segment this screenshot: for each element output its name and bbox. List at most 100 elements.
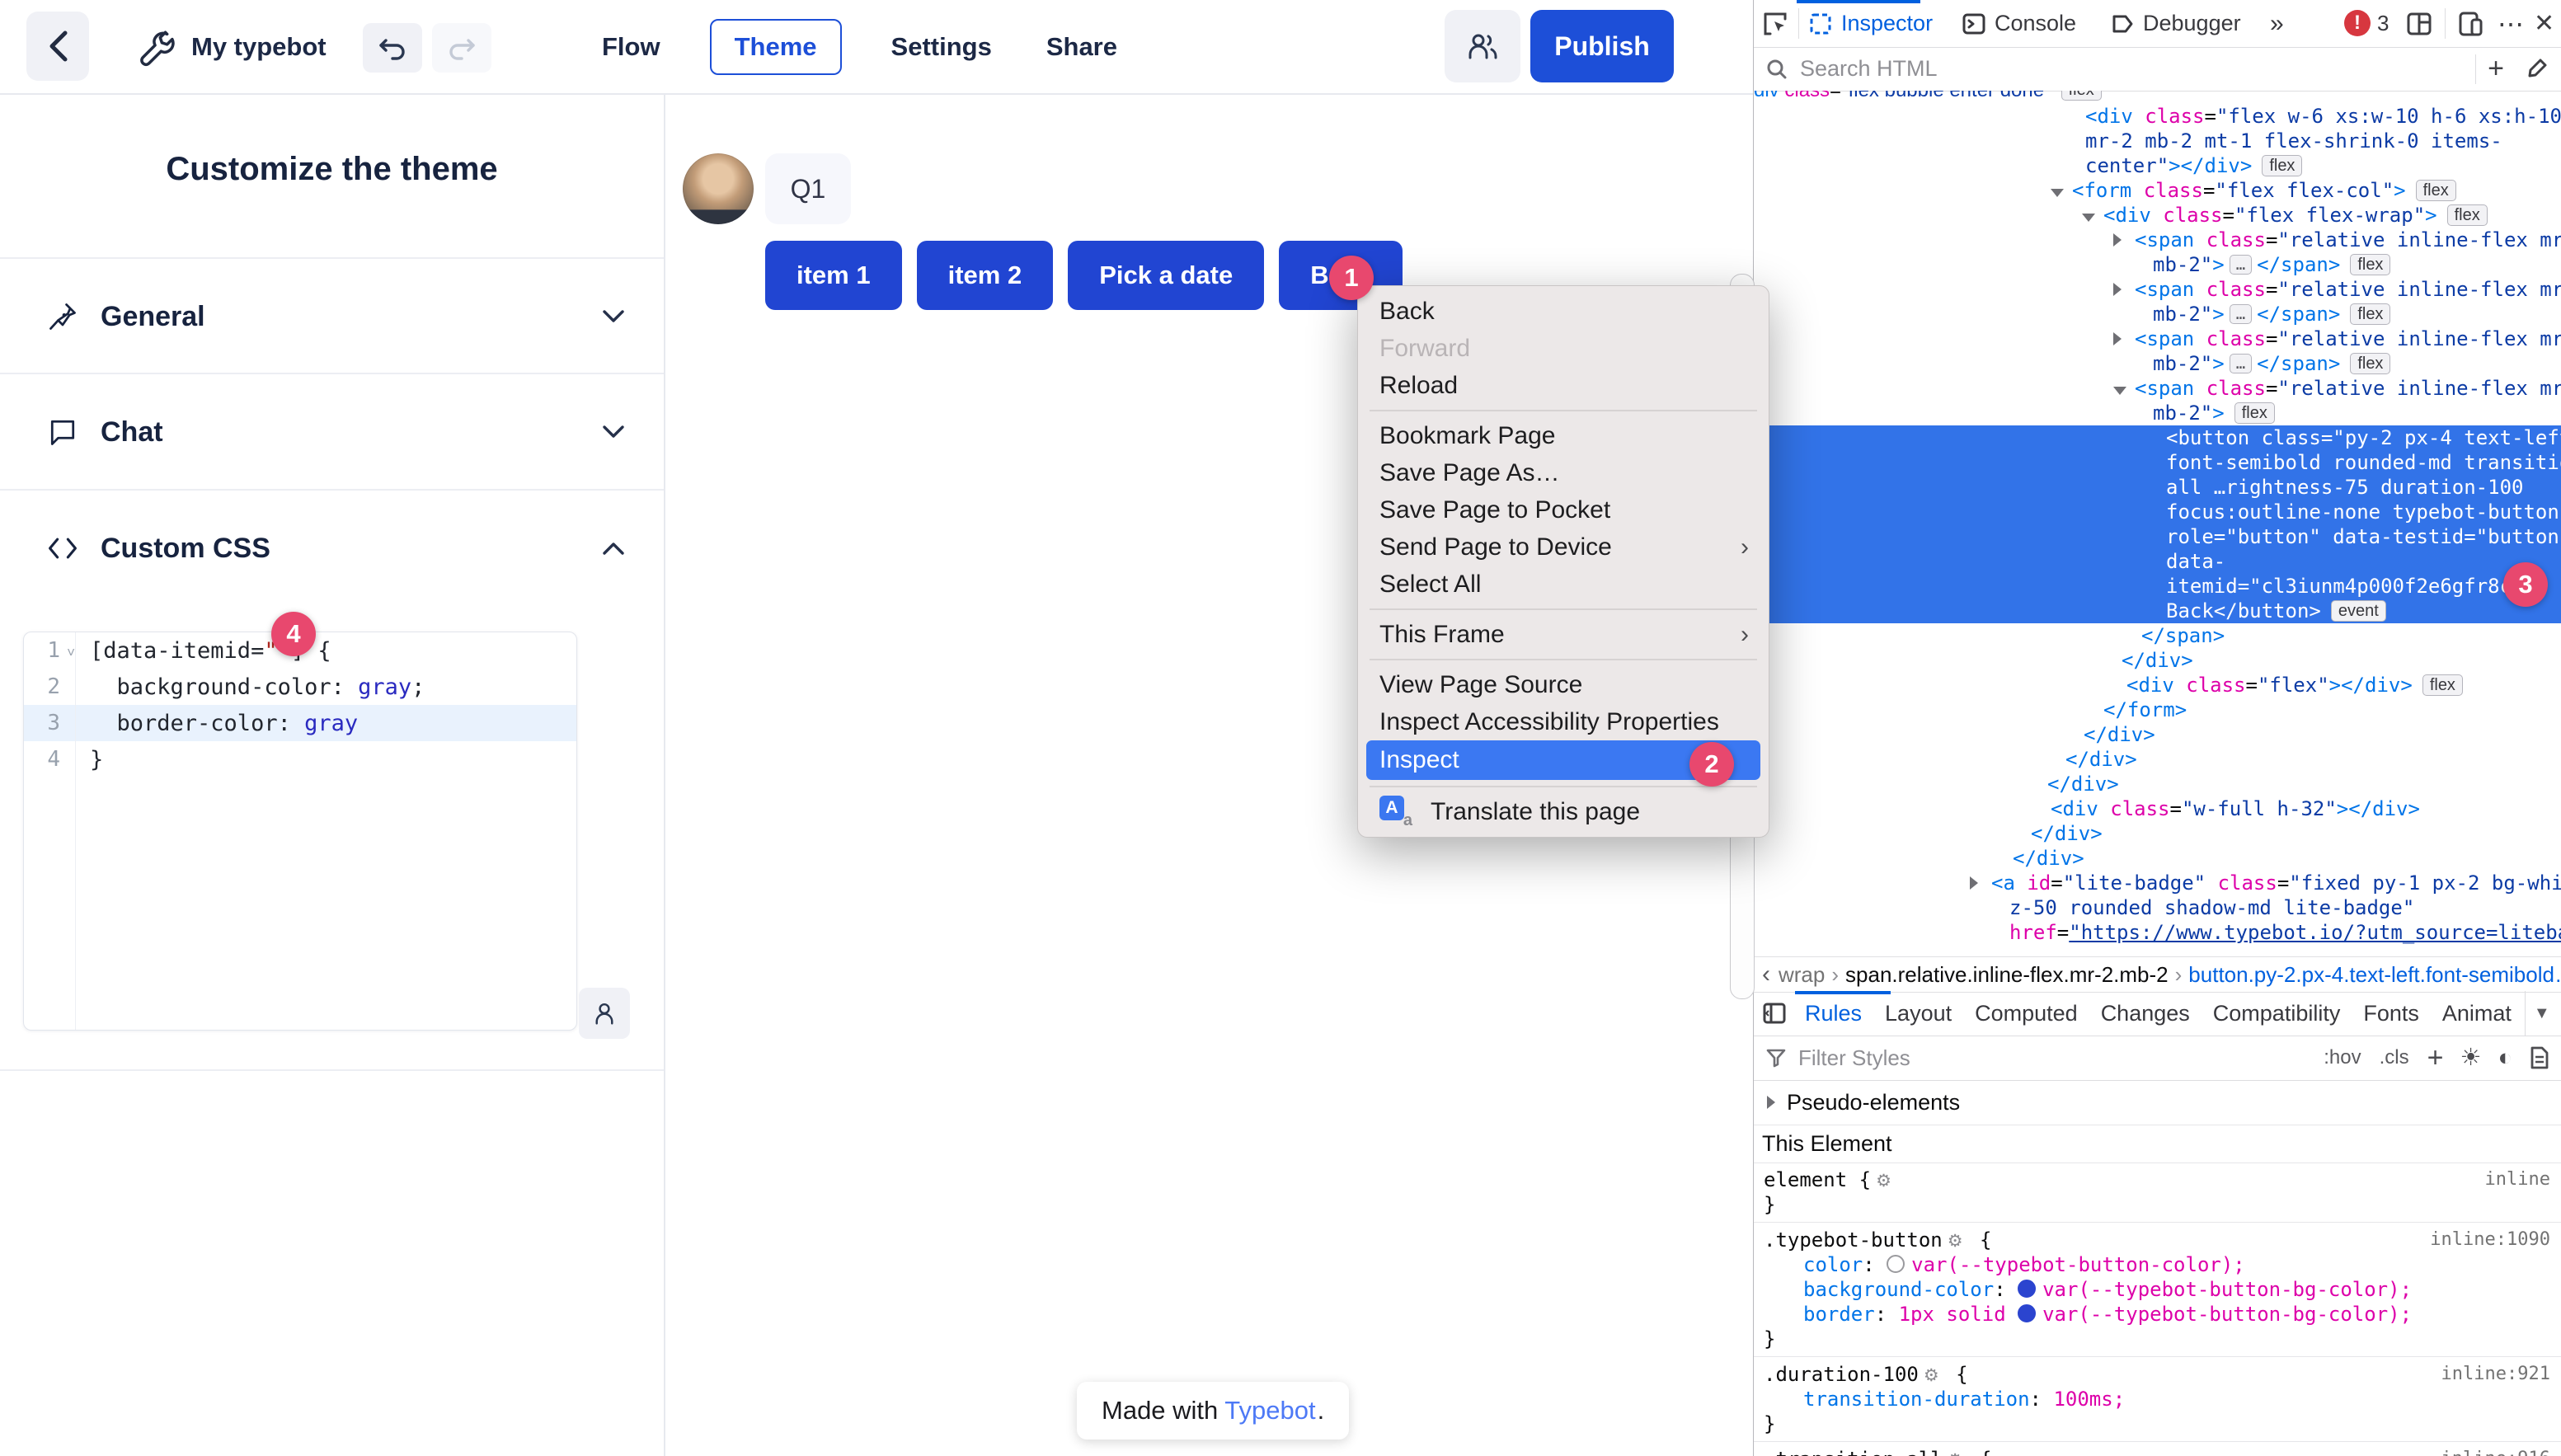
dark-theme-icon[interactable]: ◐ (2498, 1046, 2512, 1070)
collapsed-content-chip[interactable]: … (2230, 304, 2252, 324)
chat-option-button[interactable]: Pick a date (1068, 241, 1264, 310)
rule-source-link[interactable]: inline:916 (2441, 1449, 2550, 1456)
html-tree-line[interactable]: <a id="lite-badge" class="fixed py-1 px-… (1754, 871, 2561, 895)
breadcrumb-item[interactable]: wrap (1779, 962, 1825, 988)
menu-item-save-page-as[interactable]: Save Page As… (1358, 454, 1769, 491)
editor-line[interactable]: 3 border-color: gray (24, 705, 576, 741)
html-tree-line[interactable]: <span class="relative inline-flex mr-2 (1754, 376, 2561, 401)
breadcrumb-item[interactable]: span.relative.inline-flex.mr-2.mb-2 (1845, 962, 2169, 988)
expand-arrow-icon[interactable] (2113, 228, 2135, 252)
flex-badge[interactable]: flex (2350, 353, 2390, 374)
tab-flow[interactable]: Flow (597, 21, 665, 73)
eyedropper-icon[interactable] (2524, 57, 2549, 82)
panel-tab-animat[interactable]: Animat (2431, 1001, 2523, 1026)
section-chat[interactable]: Chat (0, 373, 664, 490)
collaborators-button[interactable] (1445, 10, 1520, 82)
panel-tab-compatibility[interactable]: Compatibility (2202, 1001, 2352, 1026)
chevron-up-icon[interactable] (601, 540, 626, 557)
html-tree-line[interactable]: </div> (1754, 772, 2561, 796)
undo-button[interactable] (363, 23, 422, 73)
rule-source-link[interactable]: inline:921 (2441, 1364, 2550, 1384)
redo-button[interactable] (432, 23, 491, 73)
typebot-name[interactable]: My typebot (191, 0, 327, 93)
rule-selector-line[interactable]: element {⚙ (1764, 1167, 2561, 1192)
expand-arrow-icon[interactable] (1970, 871, 1991, 895)
html-tree-line[interactable]: focus:outline-none typebot-button " (1754, 500, 2561, 524)
add-rule-icon[interactable]: + (2488, 53, 2504, 85)
html-tree-line[interactable]: <span class="relative inline-flex mr-2 (1754, 326, 2561, 351)
chat-option-button[interactable]: item 2 (917, 241, 1054, 310)
breadcrumb-back-icon[interactable]: ‹ (1754, 960, 1779, 989)
sidebar-toggle-icon[interactable] (1754, 1001, 1793, 1026)
error-badge-icon[interactable]: ! (2344, 10, 2371, 36)
rule-source-link[interactable]: inline (2485, 1169, 2550, 1190)
menu-item-save-page-to-pocket[interactable]: Save Page to Pocket (1358, 491, 1769, 528)
menu-item-this-frame[interactable]: This Frame› (1358, 616, 1769, 653)
breadcrumb-item[interactable]: button.py-2.px-4.text-left.font-semibold… (2188, 962, 2561, 988)
devtools-menu-button[interactable]: ⋯ (2498, 0, 2524, 47)
html-tree-line[interactable]: <div class="flex"></div>flex (1754, 673, 2561, 697)
html-tree-line[interactable]: <div class="flex w-6 xs:w-10 h-6 xs:h-10 (1754, 104, 2561, 129)
back-button[interactable] (26, 12, 89, 81)
html-tree-line[interactable]: Back</button>event (1754, 599, 2561, 623)
panel-tab-changes[interactable]: Changes (2089, 1001, 2202, 1026)
custom-css-editor[interactable]: 1˅[data-itemid=""] {2 background-color: … (23, 632, 577, 1031)
menu-item-reload[interactable]: Reload (1358, 367, 1769, 404)
color-swatch-blue[interactable] (2018, 1304, 2036, 1322)
error-count[interactable]: 3 (2377, 0, 2389, 47)
publish-button[interactable]: Publish (1530, 10, 1674, 82)
class-toggle[interactable]: .cls (2380, 1046, 2409, 1069)
menu-item-view-page-source[interactable]: View Page Source (1358, 666, 1769, 703)
gear-icon[interactable]: ⚙ (1919, 1366, 1944, 1385)
menu-item-bookmark-page[interactable]: Bookmark Page (1358, 417, 1769, 454)
flex-badge[interactable]: flex (2061, 91, 2102, 101)
devtools-tab-console[interactable]: Console (1962, 0, 2076, 47)
pseudo-elements-row[interactable]: Pseudo-elements (1754, 1080, 2561, 1125)
html-tree-line[interactable]: font-semibold rounded-md transition- (1754, 450, 2561, 475)
more-tabs-chevron[interactable]: » (2270, 0, 2284, 47)
flex-badge[interactable]: flex (2350, 303, 2390, 325)
flex-badge[interactable]: flex (2262, 155, 2302, 176)
event-badge[interactable]: event (2331, 600, 2386, 622)
typebot-brand-link[interactable]: Typebot (1224, 1396, 1315, 1425)
color-swatch-empty[interactable] (1887, 1255, 1905, 1273)
expand-arrow-icon[interactable] (2113, 277, 2135, 302)
avatar-toggle-button[interactable] (579, 988, 630, 1039)
rule-property[interactable]: transition-duration: 100ms; (1764, 1387, 2561, 1411)
gear-icon[interactable]: ⚙ (1871, 1172, 1896, 1191)
close-devtools-button[interactable]: ✕ (2534, 0, 2554, 47)
editor-line[interactable]: 4} (24, 741, 576, 777)
rule-property[interactable]: background-color: var(--typebot-button-b… (1764, 1277, 2561, 1302)
html-tree-line[interactable]: </span> (1754, 623, 2561, 648)
responsive-mode-button[interactable] (2456, 0, 2484, 47)
chevron-down-icon[interactable] (601, 308, 626, 325)
collapsed-content-chip[interactable]: … (2230, 255, 2252, 275)
html-tree-line[interactable]: mb-2">…</span>flex (1754, 351, 2561, 376)
html-tree-line[interactable]: <div class="w-full h-32"></div> (1754, 796, 2561, 821)
made-with-badge[interactable]: Made with Typebot . (1077, 1382, 1349, 1440)
tab-settings[interactable]: Settings (886, 21, 997, 73)
flex-badge[interactable]: flex (2447, 204, 2488, 226)
html-tree-line[interactable]: mb-2">…</span>flex (1754, 302, 2561, 326)
html-tree-line[interactable]: z-50 rounded shadow-md lite-badge" (1754, 895, 2561, 920)
html-tree-line[interactable]: <div class="flex flex-wrap">flex (1754, 203, 2561, 228)
html-tree-line[interactable]: <button class="py-2 px-4 text-left (1754, 425, 2561, 450)
chevron-down-icon[interactable] (601, 424, 626, 440)
light-theme-icon[interactable]: ☀ (2460, 1046, 2481, 1070)
add-rule-icon[interactable]: + (2427, 1044, 2444, 1072)
flex-badge[interactable]: flex (2416, 180, 2456, 201)
print-media-icon[interactable] (2529, 1045, 2550, 1070)
rule-property[interactable]: border: 1px solid var(--typebot-button-b… (1764, 1302, 2561, 1327)
filter-styles-input[interactable] (1797, 1045, 2324, 1072)
collapse-arrow-icon[interactable] (2082, 203, 2103, 228)
gear-icon[interactable]: ⚙ (1943, 1232, 1968, 1251)
html-tree-line[interactable]: <span class="relative inline-flex mr-2 (1754, 277, 2561, 302)
html-tree-line[interactable]: <span class="relative inline-flex mr-2 (1754, 228, 2561, 252)
html-tree-line[interactable]: </div> (1754, 747, 2561, 772)
html-tree-line[interactable]: mr-2 mb-2 mt-1 flex-shrink-0 items- (1754, 129, 2561, 153)
menu-item-inspect-accessibility-properties[interactable]: Inspect Accessibility Properties (1358, 703, 1769, 740)
panel-tabs-dropdown[interactable]: ▼ (2525, 991, 2559, 1036)
collapse-arrow-icon[interactable] (2051, 178, 2072, 203)
hover-pseudo-toggle[interactable]: :hov (2324, 1046, 2361, 1069)
collapsed-content-chip[interactable]: … (2230, 354, 2252, 373)
